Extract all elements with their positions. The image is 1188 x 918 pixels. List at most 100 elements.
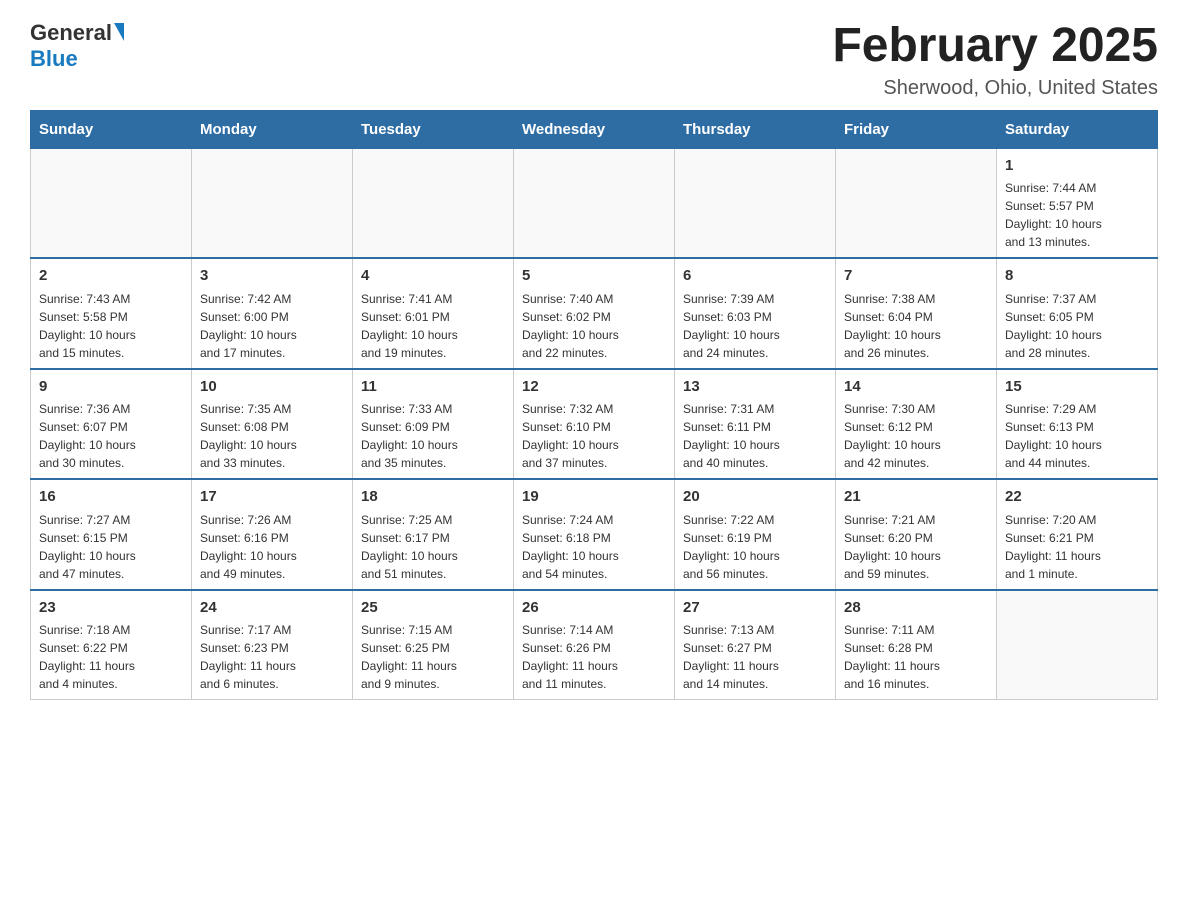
calendar-week-row: 1Sunrise: 7:44 AMSunset: 5:57 PMDaylight… (31, 148, 1158, 258)
day-info: Sunrise: 7:14 AMSunset: 6:26 PMDaylight:… (522, 621, 666, 693)
day-number: 3 (200, 265, 344, 288)
day-info: Sunrise: 7:42 AMSunset: 6:00 PMDaylight:… (200, 290, 344, 362)
day-info: Sunrise: 7:31 AMSunset: 6:11 PMDaylight:… (683, 400, 827, 472)
calendar-day-cell (514, 148, 675, 258)
calendar-day-cell: 4Sunrise: 7:41 AMSunset: 6:01 PMDaylight… (353, 258, 514, 369)
calendar-day-cell: 3Sunrise: 7:42 AMSunset: 6:00 PMDaylight… (192, 258, 353, 369)
calendar-day-cell: 7Sunrise: 7:38 AMSunset: 6:04 PMDaylight… (836, 258, 997, 369)
day-number: 24 (200, 597, 344, 620)
calendar-week-row: 2Sunrise: 7:43 AMSunset: 5:58 PMDaylight… (31, 258, 1158, 369)
day-info: Sunrise: 7:38 AMSunset: 6:04 PMDaylight:… (844, 290, 988, 362)
calendar-day-cell: 9Sunrise: 7:36 AMSunset: 6:07 PMDaylight… (31, 369, 192, 480)
day-info: Sunrise: 7:33 AMSunset: 6:09 PMDaylight:… (361, 400, 505, 472)
calendar-day-cell: 5Sunrise: 7:40 AMSunset: 6:02 PMDaylight… (514, 258, 675, 369)
calendar-week-row: 16Sunrise: 7:27 AMSunset: 6:15 PMDayligh… (31, 479, 1158, 590)
day-number: 11 (361, 376, 505, 399)
weekday-header-tuesday: Tuesday (353, 110, 514, 148)
day-info: Sunrise: 7:29 AMSunset: 6:13 PMDaylight:… (1005, 400, 1149, 472)
calendar-day-cell (675, 148, 836, 258)
day-number: 26 (522, 597, 666, 620)
day-number: 15 (1005, 376, 1149, 399)
day-number: 19 (522, 486, 666, 509)
calendar-day-cell: 16Sunrise: 7:27 AMSunset: 6:15 PMDayligh… (31, 479, 192, 590)
calendar-week-row: 9Sunrise: 7:36 AMSunset: 6:07 PMDaylight… (31, 369, 1158, 480)
calendar-day-cell: 6Sunrise: 7:39 AMSunset: 6:03 PMDaylight… (675, 258, 836, 369)
day-number: 9 (39, 376, 183, 399)
logo: General Blue (30, 20, 124, 72)
day-info: Sunrise: 7:43 AMSunset: 5:58 PMDaylight:… (39, 290, 183, 362)
day-info: Sunrise: 7:32 AMSunset: 6:10 PMDaylight:… (522, 400, 666, 472)
page-header: General Blue February 2025 Sherwood, Ohi… (30, 20, 1158, 100)
day-info: Sunrise: 7:13 AMSunset: 6:27 PMDaylight:… (683, 621, 827, 693)
day-info: Sunrise: 7:17 AMSunset: 6:23 PMDaylight:… (200, 621, 344, 693)
calendar-day-cell: 22Sunrise: 7:20 AMSunset: 6:21 PMDayligh… (997, 479, 1158, 590)
logo-triangle-icon (114, 23, 124, 41)
calendar-day-cell: 14Sunrise: 7:30 AMSunset: 6:12 PMDayligh… (836, 369, 997, 480)
calendar-week-row: 23Sunrise: 7:18 AMSunset: 6:22 PMDayligh… (31, 590, 1158, 700)
month-title: February 2025 (832, 20, 1158, 73)
calendar-day-cell: 24Sunrise: 7:17 AMSunset: 6:23 PMDayligh… (192, 590, 353, 700)
logo-blue-text: Blue (30, 46, 124, 72)
day-info: Sunrise: 7:35 AMSunset: 6:08 PMDaylight:… (200, 400, 344, 472)
day-info: Sunrise: 7:44 AMSunset: 5:57 PMDaylight:… (1005, 179, 1149, 251)
day-number: 23 (39, 597, 183, 620)
day-number: 4 (361, 265, 505, 288)
calendar-day-cell: 15Sunrise: 7:29 AMSunset: 6:13 PMDayligh… (997, 369, 1158, 480)
calendar-table: SundayMondayTuesdayWednesdayThursdayFrid… (30, 110, 1158, 701)
day-number: 22 (1005, 486, 1149, 509)
day-number: 7 (844, 265, 988, 288)
day-number: 1 (1005, 155, 1149, 178)
calendar-day-cell: 28Sunrise: 7:11 AMSunset: 6:28 PMDayligh… (836, 590, 997, 700)
weekday-header-saturday: Saturday (997, 110, 1158, 148)
day-number: 14 (844, 376, 988, 399)
calendar-day-cell: 2Sunrise: 7:43 AMSunset: 5:58 PMDaylight… (31, 258, 192, 369)
title-block: February 2025 Sherwood, Ohio, United Sta… (832, 20, 1158, 100)
day-info: Sunrise: 7:40 AMSunset: 6:02 PMDaylight:… (522, 290, 666, 362)
day-number: 10 (200, 376, 344, 399)
day-info: Sunrise: 7:27 AMSunset: 6:15 PMDaylight:… (39, 511, 183, 583)
logo-general-text: General (30, 20, 112, 46)
weekday-header-monday: Monday (192, 110, 353, 148)
day-number: 12 (522, 376, 666, 399)
day-number: 20 (683, 486, 827, 509)
day-number: 17 (200, 486, 344, 509)
calendar-day-cell: 20Sunrise: 7:22 AMSunset: 6:19 PMDayligh… (675, 479, 836, 590)
day-number: 16 (39, 486, 183, 509)
day-number: 18 (361, 486, 505, 509)
day-info: Sunrise: 7:21 AMSunset: 6:20 PMDaylight:… (844, 511, 988, 583)
day-info: Sunrise: 7:26 AMSunset: 6:16 PMDaylight:… (200, 511, 344, 583)
day-number: 25 (361, 597, 505, 620)
day-number: 8 (1005, 265, 1149, 288)
day-info: Sunrise: 7:18 AMSunset: 6:22 PMDaylight:… (39, 621, 183, 693)
day-info: Sunrise: 7:24 AMSunset: 6:18 PMDaylight:… (522, 511, 666, 583)
calendar-day-cell: 23Sunrise: 7:18 AMSunset: 6:22 PMDayligh… (31, 590, 192, 700)
calendar-day-cell: 12Sunrise: 7:32 AMSunset: 6:10 PMDayligh… (514, 369, 675, 480)
calendar-day-cell: 27Sunrise: 7:13 AMSunset: 6:27 PMDayligh… (675, 590, 836, 700)
calendar-day-cell (353, 148, 514, 258)
calendar-day-cell: 17Sunrise: 7:26 AMSunset: 6:16 PMDayligh… (192, 479, 353, 590)
day-number: 13 (683, 376, 827, 399)
day-number: 27 (683, 597, 827, 620)
calendar-day-cell: 18Sunrise: 7:25 AMSunset: 6:17 PMDayligh… (353, 479, 514, 590)
day-info: Sunrise: 7:11 AMSunset: 6:28 PMDaylight:… (844, 621, 988, 693)
calendar-day-cell: 8Sunrise: 7:37 AMSunset: 6:05 PMDaylight… (997, 258, 1158, 369)
calendar-day-cell: 26Sunrise: 7:14 AMSunset: 6:26 PMDayligh… (514, 590, 675, 700)
calendar-day-cell: 25Sunrise: 7:15 AMSunset: 6:25 PMDayligh… (353, 590, 514, 700)
calendar-day-cell: 19Sunrise: 7:24 AMSunset: 6:18 PMDayligh… (514, 479, 675, 590)
calendar-day-cell (836, 148, 997, 258)
calendar-day-cell (31, 148, 192, 258)
location-subtitle: Sherwood, Ohio, United States (832, 77, 1158, 100)
calendar-day-cell: 10Sunrise: 7:35 AMSunset: 6:08 PMDayligh… (192, 369, 353, 480)
calendar-day-cell: 1Sunrise: 7:44 AMSunset: 5:57 PMDaylight… (997, 148, 1158, 258)
weekday-header-sunday: Sunday (31, 110, 192, 148)
day-number: 6 (683, 265, 827, 288)
day-info: Sunrise: 7:20 AMSunset: 6:21 PMDaylight:… (1005, 511, 1149, 583)
weekday-header-row: SundayMondayTuesdayWednesdayThursdayFrid… (31, 110, 1158, 148)
day-number: 28 (844, 597, 988, 620)
day-number: 2 (39, 265, 183, 288)
calendar-day-cell: 13Sunrise: 7:31 AMSunset: 6:11 PMDayligh… (675, 369, 836, 480)
calendar-day-cell: 21Sunrise: 7:21 AMSunset: 6:20 PMDayligh… (836, 479, 997, 590)
calendar-day-cell: 11Sunrise: 7:33 AMSunset: 6:09 PMDayligh… (353, 369, 514, 480)
day-info: Sunrise: 7:36 AMSunset: 6:07 PMDaylight:… (39, 400, 183, 472)
day-number: 5 (522, 265, 666, 288)
